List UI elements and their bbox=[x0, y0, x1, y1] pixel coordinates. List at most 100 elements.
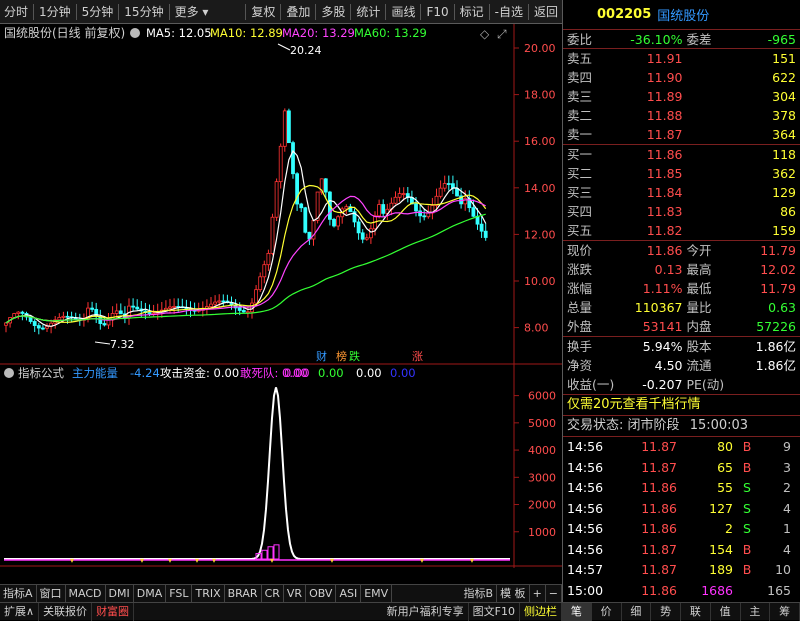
sell-price[interactable]: 11.90 bbox=[607, 68, 683, 87]
status-left-item-0[interactable]: 扩展∧ bbox=[0, 602, 40, 621]
buy-price[interactable]: 11.83 bbox=[607, 202, 683, 221]
fund-label: 净资 bbox=[567, 358, 593, 373]
tool-buttons: 复权 叠加 多股 统计 画线 F10 标记 -自选 返回 bbox=[244, 1, 562, 23]
sell-price[interactable]: 11.88 bbox=[607, 106, 683, 125]
stat-label: 今开 bbox=[686, 243, 712, 258]
high-price-label: 20.24 bbox=[290, 44, 322, 57]
buy-price[interactable]: 11.82 bbox=[607, 221, 683, 240]
indicator-tab-1[interactable]: 窗口 bbox=[37, 584, 66, 603]
quote-tab-0[interactable]: 笔 bbox=[562, 602, 592, 621]
quote-tab-2[interactable]: 细 bbox=[622, 602, 652, 621]
tool-button-1[interactable]: 叠加 bbox=[282, 1, 314, 23]
quote-tab-7[interactable]: 筹 bbox=[770, 602, 800, 621]
buy-price[interactable]: 11.85 bbox=[607, 164, 683, 183]
event-tag-3[interactable]: 涨 bbox=[412, 350, 423, 363]
candle-body bbox=[336, 216, 341, 227]
candle-body bbox=[90, 307, 94, 310]
status-right: 新用户福利专享 图文F10 侧边栏 bbox=[383, 602, 562, 621]
quote-tab-4[interactable]: 联 bbox=[681, 602, 711, 621]
period-tab-0[interactable]: 分时 bbox=[0, 1, 32, 23]
indicator-tab-9[interactable]: VR bbox=[284, 584, 307, 603]
event-tag-0[interactable]: 财 bbox=[316, 349, 327, 363]
quote-tab-5[interactable]: 值 bbox=[711, 602, 741, 621]
indicator-tab-2[interactable]: MACD bbox=[66, 584, 106, 603]
event-tag-1[interactable]: 榜 bbox=[336, 349, 347, 363]
indicator-tab-7[interactable]: BRAR bbox=[225, 584, 262, 603]
trade-status-time: 15:00:03 bbox=[689, 418, 749, 433]
quote-tab-1[interactable]: 价 bbox=[592, 602, 622, 621]
tool-button-6[interactable]: 标记 bbox=[456, 1, 488, 23]
indicator-tab-12[interactable]: EMV bbox=[361, 584, 393, 603]
tool-button-3[interactable]: 统计 bbox=[352, 1, 384, 23]
status-right-item-0[interactable]: 新用户福利专享 bbox=[383, 602, 469, 621]
sell-price[interactable]: 11.89 bbox=[607, 87, 683, 106]
tick-volume: 55 bbox=[717, 480, 733, 495]
tool-button-8[interactable]: 返回 bbox=[530, 1, 562, 23]
period-tab-4[interactable]: 更多 ▾ bbox=[171, 1, 213, 23]
period-tab-3[interactable]: 15分钟 bbox=[120, 1, 167, 23]
indicator-tab-6[interactable]: TRIX bbox=[192, 584, 225, 603]
tick-price: 11.86 bbox=[641, 500, 677, 516]
period-tab-1[interactable]: 1分钟 bbox=[35, 1, 75, 23]
period-tab-2[interactable]: 5分钟 bbox=[78, 1, 118, 23]
indicator-tab-13[interactable]: 指标B bbox=[461, 584, 498, 603]
tick-time: 14:56 bbox=[567, 521, 604, 536]
buy-level-label: 买二 bbox=[567, 166, 593, 181]
indicator-tab-11[interactable]: ASI bbox=[336, 584, 362, 603]
promo-link[interactable]: 仅需20元查看千档行情 bbox=[563, 395, 800, 415]
indicator-tab-8[interactable]: CR bbox=[262, 584, 284, 603]
chart-canvas[interactable]: 国统股份(日线 前复权) MA5: 12.05MA10: 12.89 MA20: 1… bbox=[0, 24, 562, 583]
indicator-tab-3[interactable]: DMI bbox=[106, 584, 134, 603]
tool-button-2[interactable]: 多股 bbox=[317, 1, 349, 23]
indicator-tab-5[interactable]: FSL bbox=[166, 584, 193, 603]
fund-label: 流通 bbox=[686, 358, 712, 373]
indicator-tab-4[interactable]: DMA bbox=[134, 584, 167, 603]
sell-volume: 151 bbox=[772, 51, 796, 66]
candle-body bbox=[61, 315, 66, 318]
indicator-tab-14[interactable]: 模 板 bbox=[497, 584, 530, 603]
status-left-item-2[interactable]: 财富圈 bbox=[92, 602, 135, 621]
price-stats: 现价 11.86 今开 11.79 涨跌 0.13 最高 12.02 涨幅 1.11% 最低 11.7… bbox=[563, 241, 800, 336]
tick-volume: 127 bbox=[709, 500, 733, 516]
indicator-tab-16[interactable]: − bbox=[546, 584, 562, 603]
indicator-tab-0[interactable]: 指标A bbox=[0, 584, 37, 603]
sell-price[interactable]: 11.87 bbox=[607, 125, 683, 144]
chevron-down-icon[interactable] bbox=[130, 28, 140, 38]
status-right-item-2[interactable]: 侧边栏 bbox=[520, 602, 562, 621]
signal-marker: ▾ bbox=[140, 556, 144, 565]
quote-tab-6[interactable]: 主 bbox=[741, 602, 771, 621]
indicator-tab-15[interactable]: + bbox=[530, 584, 546, 603]
candle-body bbox=[282, 110, 287, 147]
sell-row: 卖一 11.87 364 bbox=[563, 125, 800, 144]
event-tag-2[interactable]: 跌 bbox=[349, 349, 360, 363]
status-left-item-1[interactable]: 关联报价 bbox=[39, 602, 93, 621]
indicator-tab-10[interactable]: OBV bbox=[306, 584, 337, 603]
indicator-item-extra: 0.00 bbox=[390, 366, 416, 380]
maximize-icon[interactable]: ⤢ bbox=[496, 27, 507, 41]
sell-price[interactable]: 11.91 bbox=[607, 49, 683, 68]
candle-body bbox=[438, 187, 443, 197]
chevron-down-icon[interactable] bbox=[4, 368, 14, 378]
quote-tab-3[interactable]: 势 bbox=[651, 602, 681, 621]
tick-side: S bbox=[743, 480, 751, 495]
buy-price[interactable]: 11.86 bbox=[607, 145, 683, 164]
chart-area[interactable]: 国统股份(日线 前复权) MA5: 12.05 MA10: 12.89 MA20: 1… bbox=[0, 24, 562, 583]
price-axis-label: 16.00 bbox=[524, 135, 556, 148]
diamond-icon[interactable]: ◇ bbox=[480, 27, 490, 41]
tick-price: 11.87 bbox=[641, 541, 677, 557]
stat-label: 最低 bbox=[686, 281, 712, 296]
candle-body bbox=[274, 181, 279, 218]
quote-tabs: 笔价细势联值主筹 bbox=[562, 602, 800, 621]
signal-marker: ▾ bbox=[195, 556, 199, 565]
tool-button-7[interactable]: -自选 bbox=[491, 1, 527, 23]
tool-button-5[interactable]: F10 bbox=[422, 1, 452, 23]
tool-button-4[interactable]: 画线 bbox=[387, 1, 419, 23]
fund-label: 换手 bbox=[567, 339, 593, 354]
sell-volume: 304 bbox=[772, 89, 796, 104]
buy-price[interactable]: 11.84 bbox=[607, 183, 683, 202]
stat-value: 11.86 bbox=[646, 243, 683, 258]
stat-value: 0.63 bbox=[768, 300, 796, 315]
sell-row: 卖五 11.91 151 bbox=[563, 49, 800, 68]
status-right-item-1[interactable]: 图文F10 bbox=[469, 602, 520, 621]
tool-button-0[interactable]: 复权 bbox=[247, 1, 279, 23]
